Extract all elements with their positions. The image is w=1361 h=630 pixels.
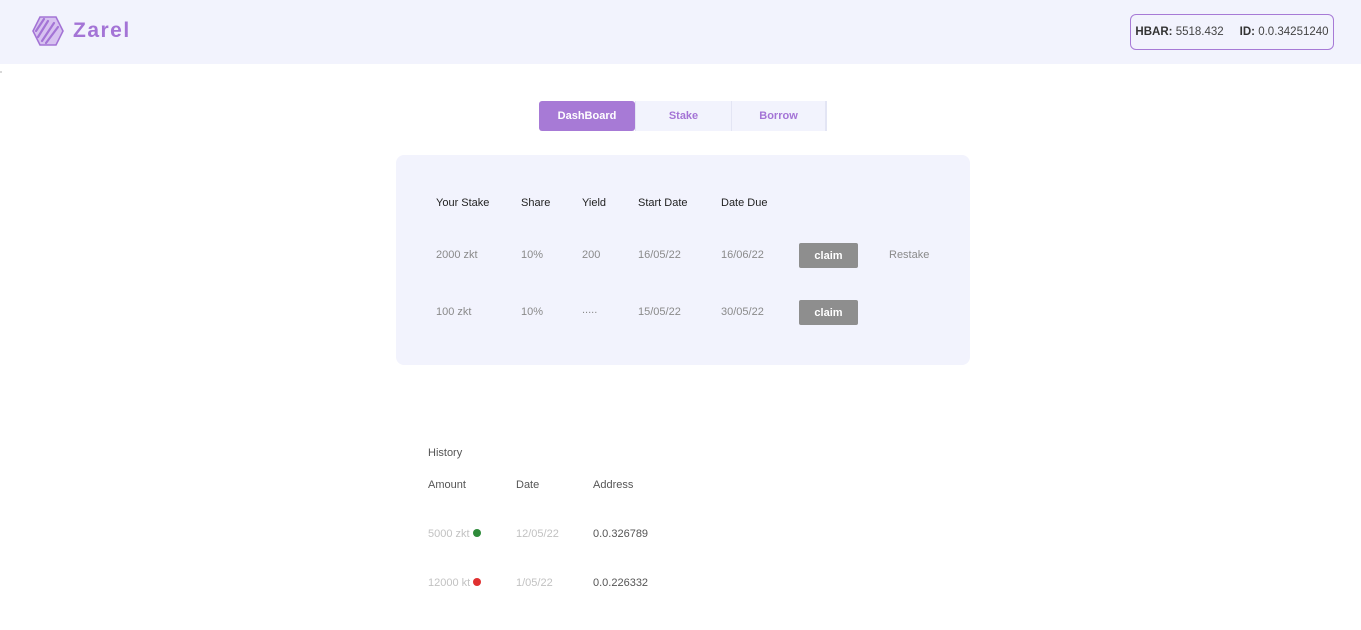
column-header-your-stake: Your Stake [436, 197, 490, 209]
column-header-amount: Amount [428, 479, 466, 491]
history-date: 1/05/22 [516, 577, 553, 589]
id-value: 0.0.34251240 [1258, 26, 1329, 38]
history-amount-value: 12000 kt [428, 577, 471, 589]
claim-button[interactable]: claim [799, 300, 858, 325]
stake-share: 10% [521, 249, 544, 261]
column-header-date: Date [516, 479, 540, 491]
stake-due-date: 16/06/22 [721, 249, 764, 261]
hbar-value: 5518.432 [1175, 26, 1224, 38]
tab-borrow[interactable]: Borrow [731, 101, 827, 131]
id-label: ID: [1239, 26, 1255, 38]
stake-share: 10% [521, 306, 544, 318]
history-amount: 5000 zkt [428, 528, 481, 540]
column-header-share: Share [521, 197, 551, 209]
stake-amount: 100 zkt [436, 306, 472, 318]
stake-due-date: 30/05/22 [721, 306, 764, 318]
top-header: Zarel HBAR: 5518.432 ID: 0.0.34251240 [0, 0, 1361, 64]
history-address: 0.0.326789 [593, 528, 649, 540]
failed-status-icon [473, 578, 482, 587]
hbar-balance: HBAR: 5518.432 [1135, 26, 1223, 38]
brand-name: Zarel [73, 19, 131, 42]
column-header-date-due: Date Due [721, 197, 768, 209]
stake-yield: 200 [582, 249, 601, 261]
stake-start-date: 15/05/22 [638, 306, 681, 318]
account-info[interactable]: HBAR: 5518.432 ID: 0.0.34251240 [1130, 14, 1334, 50]
history-amount: 12000 kt [428, 577, 482, 589]
history-amount-value: 5000 zkt [428, 528, 470, 540]
restake-link[interactable]: Restake [889, 249, 929, 261]
column-header-yield: Yield [582, 197, 607, 209]
brand-logo[interactable]: Zarel [32, 15, 131, 47]
column-header-start-date: Start Date [638, 197, 688, 209]
nav-tabs: DashBoard Stake Borrow [539, 101, 827, 131]
tab-stake[interactable]: Stake [635, 101, 731, 131]
history-title: History [428, 447, 463, 459]
claim-button[interactable]: claim [799, 243, 858, 268]
account-id: ID: 0.0.34251240 [1240, 26, 1329, 38]
success-status-icon [472, 529, 481, 538]
stake-yield: ..... [582, 304, 598, 316]
tab-dashboard[interactable]: DashBoard [539, 101, 635, 131]
stakes-table: Your Stake Share Yield Start Date Date D… [396, 155, 970, 365]
history-address: 0.0.226332 [593, 577, 649, 589]
history-date: 12/05/22 [516, 528, 559, 540]
history-section: History Amount Date Address 5000 zkt 12/… [428, 447, 848, 607]
stray-dot [0, 71, 2, 73]
hbar-label: HBAR: [1135, 26, 1173, 38]
stake-amount: 2000 zkt [436, 249, 478, 261]
column-header-address: Address [593, 479, 634, 491]
stake-start-date: 16/05/22 [638, 249, 681, 261]
zarel-logo-icon [32, 16, 64, 46]
